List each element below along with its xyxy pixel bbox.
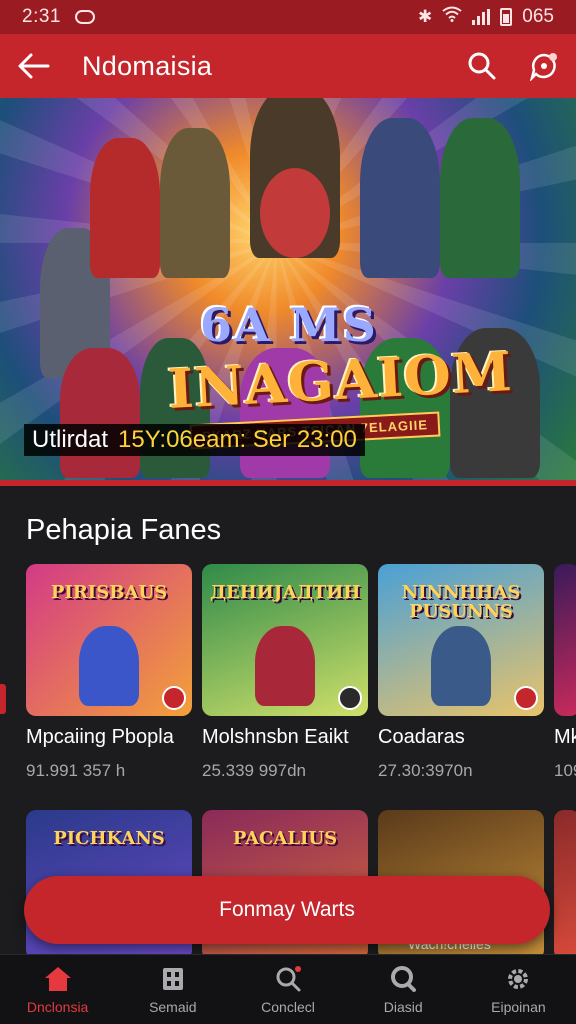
search-button[interactable] (464, 48, 500, 84)
game-meta: 27.30:3970n (378, 761, 473, 780)
game-card[interactable]: PIRISBAUS Mpcaiing Pbopla 91.991 357 h (26, 564, 192, 781)
game-thumbnail[interactable] (554, 810, 576, 960)
nav-item-diasid[interactable]: Diasid (346, 955, 461, 1024)
bottom-nav: Dnclonsia Semaid Conclecl Diasid Eipoina… (0, 954, 576, 1024)
battery-icon (500, 8, 513, 26)
game-name: Mk (554, 726, 576, 748)
game-thumbnail-title: PIRISBAUS (50, 582, 168, 603)
game-thumbnail[interactable]: NINNHHAS PUSUNNS (378, 564, 544, 716)
game-card[interactable] (554, 810, 576, 960)
game-name: Molshnsbn Eaikt (202, 726, 349, 748)
battery-level: 065 (522, 6, 554, 27)
signal-icon (472, 9, 491, 25)
update-banner: Utlirdat 15Y:06eam: Ser 23:00 (24, 424, 365, 456)
game-thumbnail[interactable]: PIRISBAUS (26, 564, 192, 716)
hero-character (260, 168, 330, 258)
gear-icon (504, 965, 532, 993)
hero-character (90, 138, 160, 278)
status-bar: 2:31 ✱ 065 (0, 0, 576, 34)
scroll-indicator (0, 684, 6, 714)
game-thumbnail-title: ДЕНИЈАДТИН (210, 582, 361, 603)
nav-item-home[interactable]: Dnclonsia (0, 955, 115, 1024)
nav-item-conclecl[interactable]: Conclecl (230, 955, 345, 1024)
primary-action-button[interactable]: Fonmay Warts (24, 876, 550, 944)
back-button[interactable] (14, 46, 54, 86)
game-name: Coadaras (378, 726, 465, 748)
game-thumbnail-title: PACALIUS (232, 828, 338, 849)
game-card[interactable]: NINNHHAS PUSUNNS Coadaras 27.30:3970n (378, 564, 544, 781)
app-bar: Ndomaisia (0, 34, 576, 98)
hero-character (440, 118, 520, 278)
hero-logo-line1: 6A MS (200, 298, 378, 352)
badge-icon (162, 686, 186, 710)
bluetooth-icon: ✱ (418, 7, 433, 26)
status-icons: ✱ 065 (418, 6, 554, 28)
status-time: 2:31 (22, 6, 61, 27)
badge-icon (514, 686, 538, 710)
game-meta: 25.339 997dn (202, 761, 306, 780)
home-icon (44, 965, 72, 993)
badge-icon (338, 686, 362, 710)
section-title: Pehapia Fanes (26, 514, 222, 546)
hero-character (160, 128, 230, 278)
notification-icon (74, 10, 95, 24)
notifications-button[interactable] (526, 48, 562, 84)
game-name: Mpcaiing Pbopla (26, 726, 174, 748)
search-icon (389, 965, 417, 993)
game-card[interactable]: ДЕНИЈАДТИН Molshnsbn Eaikt 25.339 997dn (202, 564, 368, 781)
games-carousel[interactable]: PIRISBAUS Mpcaiing Pbopla 91.991 357 h Д… (26, 564, 576, 781)
game-meta: 91.991 357 h (26, 761, 126, 780)
update-value: 15Y:06eam: Ser 23:00 (118, 426, 357, 453)
game-thumbnail-title: NINNHHAS PUSUNNS (401, 582, 521, 622)
game-thumbnail[interactable]: ДЕНИЈАДТИН (202, 564, 368, 716)
game-card[interactable]: Mk 109 (554, 564, 576, 781)
game-meta: 109 (554, 761, 576, 780)
chat-bubble-icon (529, 53, 557, 81)
arrow-left-icon (18, 53, 50, 79)
hero-banner[interactable]: 6A MS INAGAIOM SKARZ HARS TSICAN 7ELAGII… (0, 98, 576, 480)
page-title: Ndomaisia (82, 50, 213, 81)
update-label: Utlirdat (32, 426, 109, 453)
game-thumbnail[interactable] (554, 564, 576, 716)
wifi-icon (442, 6, 462, 28)
game-thumbnail-title: PICHKANS (53, 828, 165, 849)
nav-item-semaid[interactable]: Semaid (115, 955, 230, 1024)
search-icon (274, 965, 302, 993)
search-icon (468, 52, 496, 80)
hero-character (60, 348, 140, 478)
grid-icon (159, 965, 187, 993)
hero-character (360, 118, 440, 278)
divider (0, 480, 576, 486)
nav-item-eipoinan[interactable]: Eipoinan (461, 955, 576, 1024)
